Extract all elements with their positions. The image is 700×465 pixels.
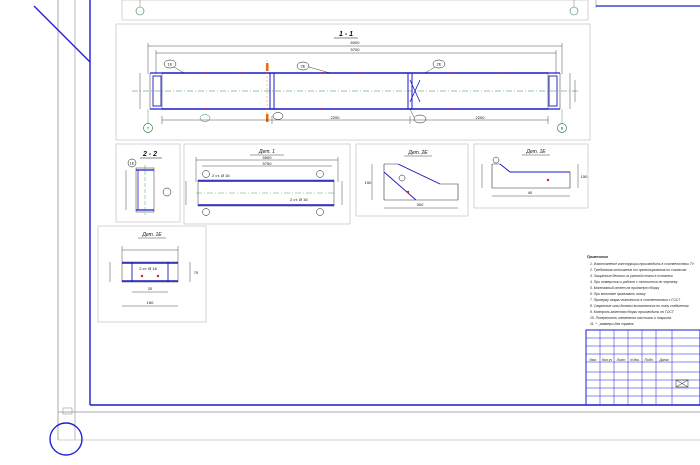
svg-text:Лист: Лист xyxy=(616,358,626,362)
svg-text:Дет. 1Е: Дет. 1Е xyxy=(525,149,546,155)
dim-overall: 6000 xyxy=(351,40,361,45)
title-block[interactable]: Изм. Кол.уч Лист N док. Подп. Дата xyxy=(585,329,700,406)
svg-text:9. Контроль качества сборки пр: 9. Контроль качества сборки производить … xyxy=(590,310,675,314)
svg-text:1E: 1E xyxy=(130,161,135,166)
svg-text:2E: 2E xyxy=(437,62,442,67)
svg-text:10. Поверхность элементов очис: 10. Поверхность элементов очистить и пок… xyxy=(590,316,672,320)
callout-left[interactable]: 1E xyxy=(163,59,185,74)
svg-text:Изм.: Изм. xyxy=(589,358,596,362)
callout-bottom[interactable] xyxy=(199,108,427,124)
svg-text:7. Проверку сварки выполнить в: 7. Проверку сварки выполнить в соответст… xyxy=(590,298,681,302)
section-1-1-view[interactable]: 1 - 1 6000 5700 1E 2E 2E 2200 2200 7 6 xyxy=(115,23,591,141)
axis-marker-left: 7 xyxy=(143,109,153,133)
svg-text:2200: 2200 xyxy=(476,115,486,120)
svg-text:2 ст. Ø 16: 2 ст. Ø 16 xyxy=(139,266,157,271)
section-2-2-view[interactable]: 2 - 2 1E xyxy=(115,143,181,223)
svg-text:11. * - размеры для справок: 11. * - размеры для справок xyxy=(590,322,634,326)
svg-text:Подп.: Подп. xyxy=(644,358,653,362)
drawing-canvas[interactable]: 1 - 1 6000 5700 1E 2E 2E 2200 2200 7 6 2… xyxy=(0,0,700,465)
svg-text:N док.: N док. xyxy=(630,358,640,362)
notes-block: Примечания 1. Изготовление конструкции п… xyxy=(587,255,695,326)
dim-inner: 5700 xyxy=(351,47,361,52)
sheet-border xyxy=(57,0,700,441)
svg-text:Кол.уч: Кол.уч xyxy=(602,358,612,362)
svg-text:3. Защитные детали из угловой: 3. Защитные детали из угловой стали в ос… xyxy=(590,274,673,278)
callout-mid[interactable]: 2E xyxy=(296,61,331,74)
svg-text:5900: 5900 xyxy=(263,155,273,160)
svg-text:Дата: Дата xyxy=(659,358,669,362)
notes-heading: Примечания xyxy=(587,255,608,259)
svg-text:40: 40 xyxy=(528,190,533,195)
detail-2-view[interactable]: Дет. 2Е 300 150 xyxy=(355,143,469,217)
svg-text:150: 150 xyxy=(365,180,372,185)
svg-text:150: 150 xyxy=(147,300,154,305)
detail-3-view[interactable]: Дет. 1Е 40 150 xyxy=(473,143,589,209)
callout-right[interactable]: 2E xyxy=(424,59,446,74)
previous-view-strip xyxy=(121,0,589,21)
detail-4-view[interactable]: Дет. 1Е 2 ст. Ø 16 150 20 70 xyxy=(97,225,207,323)
svg-text:70: 70 xyxy=(194,270,199,275)
svg-text:5750: 5750 xyxy=(263,161,273,166)
drawing-frame xyxy=(89,0,700,406)
svg-text:2 - 2: 2 - 2 xyxy=(142,151,157,158)
cut-mark-2-2[interactable] xyxy=(266,60,269,124)
svg-text:2200: 2200 xyxy=(331,115,341,120)
svg-text:2E: 2E xyxy=(301,64,306,69)
svg-text:150: 150 xyxy=(581,174,588,179)
svg-text:2 ст. Ø 16: 2 ст. Ø 16 xyxy=(212,173,230,178)
svg-text:2. Требования отношения от про: 2. Требования отношения от проектировани… xyxy=(589,268,687,272)
svg-text:300: 300 xyxy=(417,202,424,207)
svg-text:20: 20 xyxy=(148,286,153,291)
hand-annotation xyxy=(33,5,91,456)
svg-text:5. Монтажный ответ на принятую: 5. Монтажный ответ на принятую сборку xyxy=(590,286,659,290)
svg-text:6. При монтаже принимать точку: 6. При монтаже принимать точку xyxy=(590,292,646,296)
svg-text:1E: 1E xyxy=(168,62,173,67)
logo-icon xyxy=(675,379,689,388)
detail-1-view[interactable]: Дет. 1 5900 5750 2 ст. Ø 16 2 ст. Ø 16 xyxy=(183,143,351,225)
section-1-1-title: 1 - 1 xyxy=(339,31,353,38)
svg-text:1. Изготовление конструкции пр: 1. Изготовление конструкции производить … xyxy=(590,262,695,266)
svg-text:6: 6 xyxy=(561,126,564,131)
svg-text:7: 7 xyxy=(147,126,150,131)
svg-text:8. Сварочные швы должны выполн: 8. Сварочные швы должны выполняться по т… xyxy=(590,304,689,308)
svg-text:2 ст. Ø 16: 2 ст. Ø 16 xyxy=(290,197,308,202)
svg-text:4. При отверстии к работе с то: 4. При отверстии к работе с точностью по… xyxy=(590,280,678,284)
svg-text:Дет. 2Е: Дет. 2Е xyxy=(407,150,428,156)
svg-text:Дет. 1Е: Дет. 1Е xyxy=(141,232,162,238)
axis-marker-right: 6 xyxy=(557,109,567,133)
